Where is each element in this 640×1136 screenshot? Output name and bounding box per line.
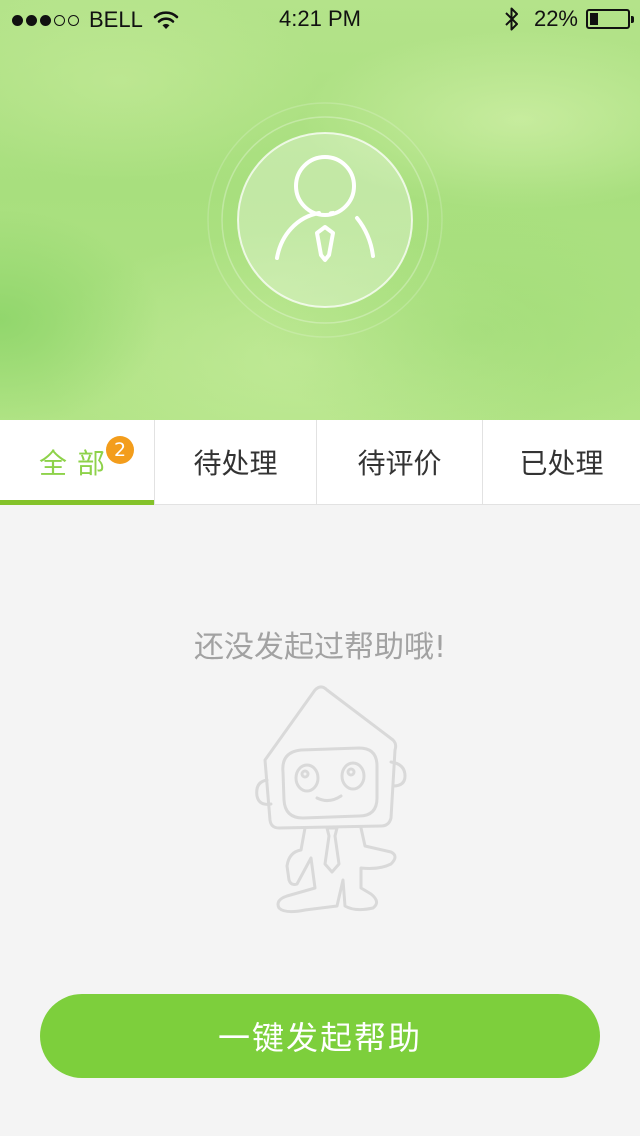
tab-processed[interactable]: 已处理 bbox=[483, 420, 640, 504]
empty-state-message: 还没发起过帮助哦! bbox=[193, 630, 447, 665]
one-tap-help-button[interactable]: 一键发起帮助 bbox=[40, 994, 600, 1078]
tab-processed-label: 已处理 bbox=[519, 447, 604, 480]
tab-all[interactable]: 全部 2 bbox=[0, 420, 155, 505]
status-bar: BELL 4:21 PM 22% bbox=[0, 0, 640, 40]
tab-awaiting-review-label: 待评价 bbox=[357, 447, 442, 480]
tab-awaiting-review[interactable]: 待评价 bbox=[317, 420, 483, 504]
tab-pending-label: 待处理 bbox=[193, 447, 278, 480]
profile-header: BELL 4:21 PM 22% bbox=[0, 0, 640, 420]
status-right: 22% bbox=[504, 6, 634, 32]
house-mascot-icon bbox=[255, 685, 407, 914]
tab-all-label: 全部 bbox=[38, 447, 115, 480]
count-badge: 2 bbox=[106, 436, 134, 464]
battery-level bbox=[590, 13, 598, 25]
battery-percent: 22% bbox=[533, 6, 578, 31]
user-avatar-button[interactable] bbox=[205, 100, 445, 340]
tab-pending[interactable]: 待处理 bbox=[155, 420, 317, 504]
bluetooth-icon bbox=[505, 7, 518, 31]
order-status-tabs: 全部 2 待处理 待评价 已处理 bbox=[0, 420, 640, 505]
user-avatar-icon bbox=[207, 102, 443, 338]
battery-icon bbox=[586, 9, 634, 29]
